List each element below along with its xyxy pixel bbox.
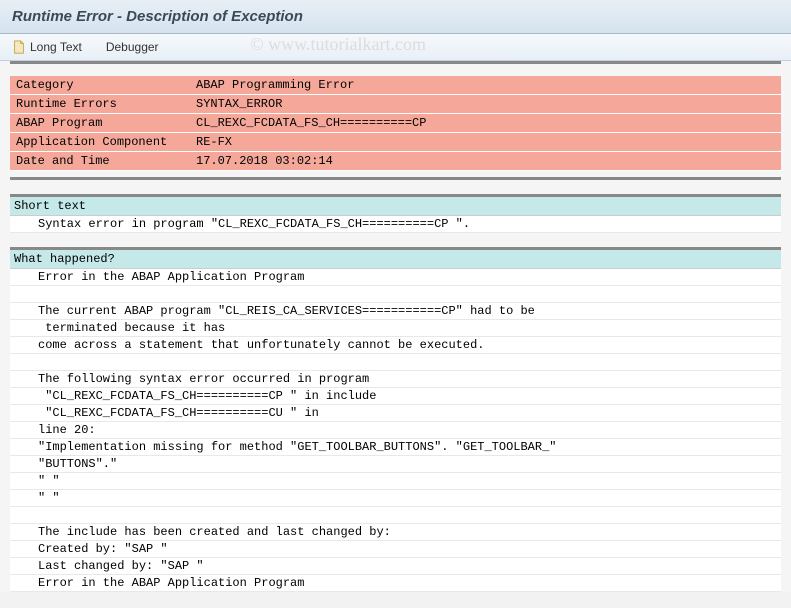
info-row: ABAP ProgramCL_REXC_FCDATA_FS_CH========… [10,114,781,133]
debugger-button[interactable]: Debugger [102,38,163,56]
info-label: Date and Time [10,152,190,171]
what-happened-header: What happened? [10,250,781,269]
what-happened-line: The following syntax error occurred in p… [10,371,781,388]
error-info-table: CategoryABAP Programming ErrorRuntime Er… [10,76,781,171]
page-title: Runtime Error - Description of Exception [12,8,779,25]
info-label: Application Component [10,133,190,152]
what-happened-line [10,354,781,371]
what-happened-line: terminated because it has [10,320,781,337]
long-text-label: Long Text [30,40,82,54]
what-happened-line: " " [10,490,781,507]
what-happened-line: line 20: [10,422,781,439]
info-label: Runtime Errors [10,95,190,114]
short-text-header: Short text [10,197,781,216]
what-happened-line: Error in the ABAP Application Program [10,575,781,592]
content-area: CategoryABAP Programming ErrorRuntime Er… [0,61,791,592]
what-happened-line: Error in the ABAP Application Program [10,269,781,286]
short-text-line: Syntax error in program "CL_REXC_FCDATA_… [10,216,781,233]
info-row: Date and Time17.07.2018 03:02:14 [10,152,781,171]
what-happened-line: "BUTTONS"." [10,456,781,473]
what-happened-line: Last changed by: "SAP " [10,558,781,575]
short-text-section: Short text Syntax error in program "CL_R… [10,194,781,233]
info-value: ABAP Programming Error [190,76,781,95]
document-icon [12,40,26,54]
long-text-button[interactable]: Long Text [8,38,86,56]
what-happened-line [10,507,781,524]
info-value: 17.07.2018 03:02:14 [190,152,781,171]
what-happened-line: " " [10,473,781,490]
toolbar: Long Text Debugger [0,34,791,61]
what-happened-line: Created by: "SAP " [10,541,781,558]
info-value: CL_REXC_FCDATA_FS_CH==========CP [190,114,781,133]
what-happened-line: "CL_REXC_FCDATA_FS_CH==========CP " in i… [10,388,781,405]
info-value: RE-FX [190,133,781,152]
info-row: Application ComponentRE-FX [10,133,781,152]
debugger-label: Debugger [106,40,159,54]
what-happened-line: come across a statement that unfortunate… [10,337,781,354]
title-bar: Runtime Error - Description of Exception [0,0,791,34]
what-happened-line: "Implementation missing for method "GET_… [10,439,781,456]
what-happened-line: "CL_REXC_FCDATA_FS_CH==========CU " in [10,405,781,422]
what-happened-line: The current ABAP program "CL_REIS_CA_SER… [10,303,781,320]
info-row: Runtime ErrorsSYNTAX_ERROR [10,95,781,114]
info-value: SYNTAX_ERROR [190,95,781,114]
info-border-top [10,61,781,64]
what-happened-line [10,286,781,303]
what-happened-section: What happened? Error in the ABAP Applica… [10,247,781,592]
info-border-bottom [10,177,781,180]
what-happened-line: The include has been created and last ch… [10,524,781,541]
info-label: Category [10,76,190,95]
info-row: CategoryABAP Programming Error [10,76,781,95]
info-label: ABAP Program [10,114,190,133]
